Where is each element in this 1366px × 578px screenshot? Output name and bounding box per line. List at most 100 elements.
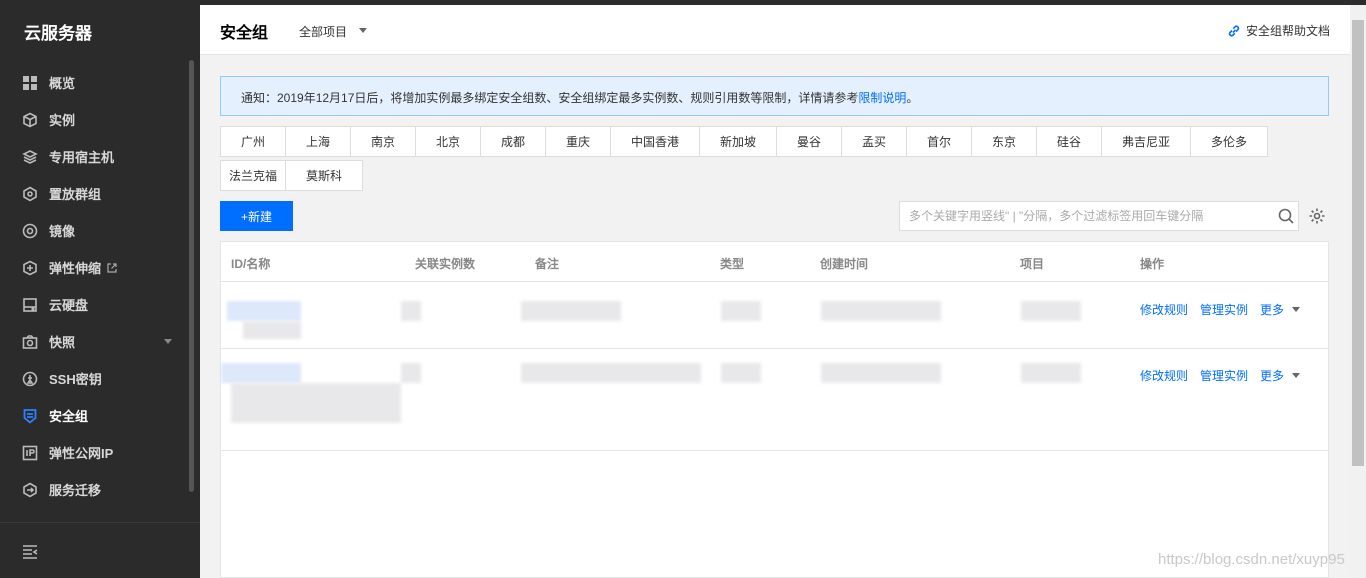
sidebar-item-label: 实例 bbox=[49, 113, 76, 128]
page-scrollbar[interactable] bbox=[1350, 5, 1366, 578]
region-tab-bangkok[interactable]: 曼谷 bbox=[776, 126, 842, 157]
more-link[interactable]: 更多 bbox=[1260, 367, 1284, 384]
camera-icon bbox=[22, 334, 38, 350]
region-tab-virginia[interactable]: 弗吉尼亚 bbox=[1101, 126, 1191, 157]
gear-icon[interactable] bbox=[1308, 207, 1326, 225]
manage-instances-link[interactable]: 管理实例 bbox=[1200, 301, 1248, 318]
notice-limit-link[interactable]: 限制说明 bbox=[858, 91, 906, 105]
region-tab-silicon-valley[interactable]: 硅谷 bbox=[1036, 126, 1102, 157]
watermark: https://blog.csdn.net/xuyp95 bbox=[1158, 551, 1345, 568]
migrate-icon bbox=[22, 482, 38, 498]
sidebar-item-label: 安全组 bbox=[49, 409, 89, 424]
column-header-remark: 备注 bbox=[535, 257, 560, 271]
chevron-down-icon[interactable] bbox=[1292, 307, 1301, 312]
edit-rules-link[interactable]: 修改规则 bbox=[1140, 301, 1188, 318]
search-input[interactable] bbox=[900, 202, 1260, 230]
redacted-created-time bbox=[821, 363, 941, 383]
region-tab-singapore[interactable]: 新加坡 bbox=[699, 126, 777, 157]
notice-banner: 通知：2019年12月17日后，将增加实例最多绑定安全组数、安全组绑定最多实例数… bbox=[220, 76, 1329, 116]
sidebar-item-migration[interactable]: 服务迁移 bbox=[0, 471, 186, 508]
collapse-menu-icon[interactable] bbox=[22, 545, 38, 559]
column-header-actions: 操作 bbox=[1140, 257, 1165, 271]
help-doc-link[interactable]: 安全组帮助文档 bbox=[1227, 22, 1330, 39]
redacted-name bbox=[231, 383, 401, 423]
ip-icon bbox=[22, 445, 38, 461]
link-icon bbox=[1228, 25, 1240, 36]
external-link-icon bbox=[107, 262, 117, 273]
sidebar-item-auto-scaling[interactable]: 弹性伸缩 bbox=[0, 249, 186, 286]
more-link[interactable]: 更多 bbox=[1260, 301, 1284, 318]
region-tab-shanghai[interactable]: 上海 bbox=[285, 126, 351, 157]
sidebar-item-placement-group[interactable]: 置放群组 bbox=[0, 175, 186, 212]
sidebar-item-ssh-key[interactable]: SSH密钥 bbox=[0, 360, 186, 397]
disc-icon bbox=[22, 223, 38, 239]
sidebar: 云服务器 概览 实例 专用宿主机 置放群组 镜像 弹性伸缩 云硬盘 快照 SSH… bbox=[0, 0, 200, 578]
sidebar-item-label: 置放群组 bbox=[49, 187, 102, 202]
notice-text: 通知：2019年12月17日后，将增加实例最多绑定安全组数、安全组绑定最多实例数… bbox=[241, 91, 859, 105]
redacted-name bbox=[243, 321, 301, 339]
project-select[interactable]: 全部项目 bbox=[299, 23, 347, 40]
sidebar-item-instance[interactable]: 实例 bbox=[0, 101, 186, 138]
region-tab-frankfurt[interactable]: 法兰克福 bbox=[220, 160, 286, 191]
region-tab-moscow[interactable]: 莫斯科 bbox=[285, 160, 363, 191]
region-row: 广州 上海 南京 北京 成都 重庆 中国香港 新加坡 曼谷 孟买 首尔 东京 硅… bbox=[220, 126, 1330, 157]
box-scale-icon bbox=[22, 260, 38, 276]
table-header: ID/名称 关联实例数 备注 类型 创建时间 项目 操作 bbox=[221, 242, 1328, 282]
region-tab-nanjing[interactable]: 南京 bbox=[350, 126, 416, 157]
page-scrollbar-thumb[interactable] bbox=[1352, 20, 1364, 466]
sidebar-item-label: 云硬盘 bbox=[49, 298, 89, 313]
sidebar-scrollbar[interactable] bbox=[189, 60, 194, 492]
sidebar-nav: 概览 实例 专用宿主机 置放群组 镜像 弹性伸缩 云硬盘 快照 SSH密钥 安全… bbox=[0, 64, 186, 508]
redacted-project bbox=[1021, 301, 1081, 321]
redacted-remark bbox=[521, 363, 701, 383]
sidebar-item-snapshot[interactable]: 快照 bbox=[0, 323, 186, 360]
cube-icon bbox=[22, 112, 38, 128]
region-tab-beijing[interactable]: 北京 bbox=[415, 126, 481, 157]
key-icon bbox=[22, 371, 38, 387]
search-box bbox=[899, 201, 1299, 231]
redacted-project bbox=[1021, 363, 1081, 383]
region-tab-toronto[interactable]: 多伦多 bbox=[1190, 126, 1268, 157]
layers-icon bbox=[22, 149, 38, 165]
shield-icon bbox=[22, 408, 38, 424]
column-header-id-name[interactable]: ID/名称 bbox=[231, 255, 270, 272]
column-header-type: 类型 bbox=[720, 257, 745, 271]
chevron-down-icon[interactable] bbox=[359, 28, 367, 33]
region-tab-seoul[interactable]: 首尔 bbox=[906, 126, 972, 157]
sidebar-item-label: 弹性公网IP bbox=[49, 446, 114, 461]
region-tab-hongkong[interactable]: 中国香港 bbox=[610, 126, 700, 157]
sidebar-item-label: 快照 bbox=[49, 335, 76, 350]
region-tab-mumbai[interactable]: 孟买 bbox=[841, 126, 907, 157]
sidebar-item-eip[interactable]: 弹性公网IP bbox=[0, 434, 186, 471]
sidebar-item-cloud-disk[interactable]: 云硬盘 bbox=[0, 286, 186, 323]
region-tab-guangzhou[interactable]: 广州 bbox=[220, 126, 286, 157]
page-title: 安全组 bbox=[220, 25, 269, 42]
sidebar-item-label: 概览 bbox=[49, 76, 76, 91]
sidebar-footer bbox=[0, 522, 200, 578]
region-tabs: 广州 上海 南京 北京 成都 重庆 中国香港 新加坡 曼谷 孟买 首尔 东京 硅… bbox=[220, 126, 1330, 194]
sidebar-item-dedicated-host[interactable]: 专用宿主机 bbox=[0, 138, 186, 175]
table-row: 修改规则 管理实例 更多 bbox=[221, 349, 1328, 451]
sidebar-brand: 云服务器 bbox=[24, 24, 92, 43]
row-actions: 修改规则 管理实例 更多 bbox=[1140, 367, 1301, 384]
chevron-down-icon[interactable] bbox=[1292, 373, 1301, 378]
region-tab-tokyo[interactable]: 东京 bbox=[971, 126, 1037, 157]
manage-instances-link[interactable]: 管理实例 bbox=[1200, 367, 1248, 384]
search-icon[interactable] bbox=[1277, 207, 1295, 225]
sidebar-item-label: SSH密钥 bbox=[49, 372, 102, 387]
chevron-down-icon[interactable] bbox=[164, 339, 172, 344]
grid-icon bbox=[22, 75, 38, 91]
column-header-instance-count: 关联实例数 bbox=[415, 257, 476, 271]
sidebar-item-label: 弹性伸缩 bbox=[49, 261, 102, 276]
region-tab-chongqing[interactable]: 重庆 bbox=[545, 126, 611, 157]
sidebar-item-overview[interactable]: 概览 bbox=[0, 64, 186, 101]
new-button[interactable]: +新建 bbox=[220, 201, 293, 231]
edit-rules-link[interactable]: 修改规则 bbox=[1140, 367, 1188, 384]
redacted-type bbox=[721, 363, 761, 383]
redacted-id[interactable] bbox=[221, 363, 301, 383]
redacted-id[interactable] bbox=[227, 301, 301, 321]
sidebar-item-security-group[interactable]: 安全组 bbox=[0, 397, 186, 434]
main-content: 安全组 全部项目 安全组帮助文档 通知：2019年12月17日后，将增加实例最多… bbox=[200, 5, 1350, 578]
region-tab-chengdu[interactable]: 成都 bbox=[480, 126, 546, 157]
sidebar-item-image[interactable]: 镜像 bbox=[0, 212, 186, 249]
